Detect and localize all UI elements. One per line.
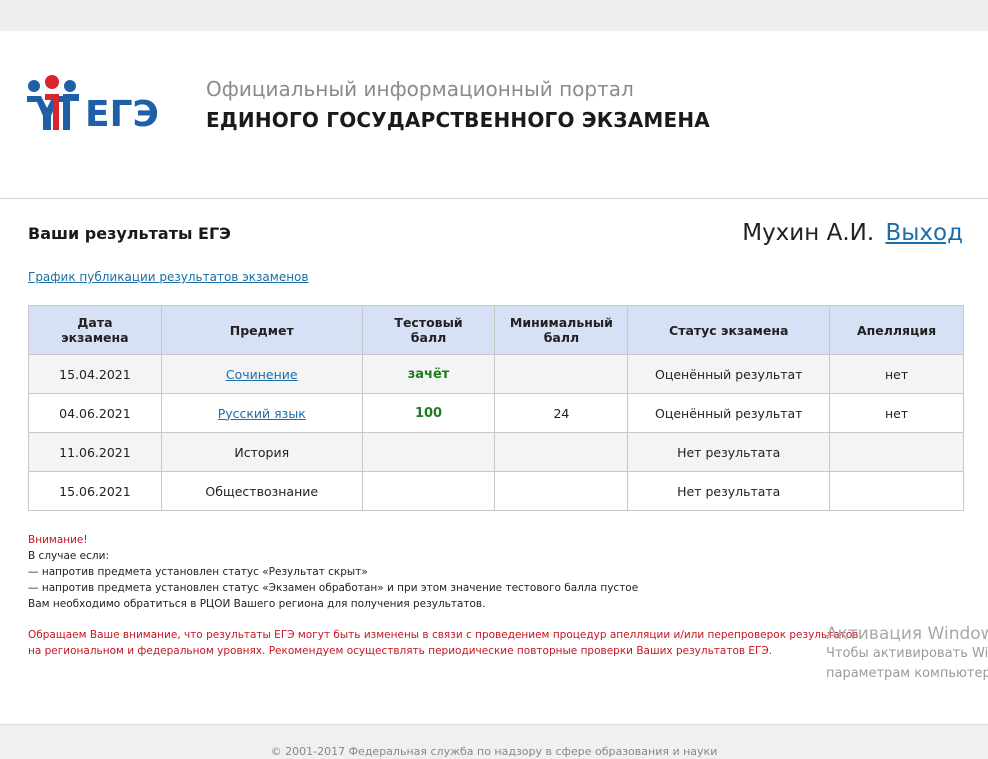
score-value: зачёт (407, 367, 450, 382)
cell-appeal (829, 471, 964, 511)
header-test-score: Тестовый балл (361, 305, 496, 355)
cell-subject: История (160, 432, 363, 472)
user-block: Мухин А.И. Выход (742, 220, 963, 246)
footer-copyright: © 2001-2017 Федеральная служба по надзор… (270, 745, 718, 758)
windows-activation-line: Чтобы активировать Windows, (826, 646, 988, 661)
cell-min-score (494, 354, 629, 394)
cell-appeal (829, 432, 964, 472)
portal-subtitle: Официальный информационный портал (206, 77, 634, 101)
attention-block: Обращаем Ваше внимание, что результаты Е… (28, 627, 898, 659)
subject-link[interactable]: Русский язык (218, 406, 306, 421)
table-row: 15.04.2021 Сочинение зачёт Оценённый рез… (28, 354, 964, 394)
results-schedule-link[interactable]: График публикации результатов экзаменов (28, 270, 308, 284)
table-row: 15.06.2021 Обществознание Нет результата (28, 471, 964, 511)
cell-test-score: 100 (361, 393, 496, 433)
score-value: 100 (414, 406, 443, 421)
cell-status: Нет результата (627, 471, 831, 511)
ege-logo-icon: ЕГЭ (27, 75, 159, 134)
cell-date: 04.06.2021 (28, 393, 162, 433)
cell-min-score: 24 (494, 393, 629, 433)
windows-activation-watermark: Активация Windows Чтобы активировать Win… (826, 624, 988, 684)
portal-title: ЕДИНОГО ГОСУДАРСТВЕННОГО ЭКЗАМЕНА (206, 108, 710, 132)
cell-date: 15.04.2021 (28, 354, 162, 394)
results-table: Дата экзамена Предмет Тестовый балл Минима… (28, 305, 964, 511)
cell-status: Нет результата (627, 432, 831, 472)
cell-date: 15.06.2021 (28, 471, 162, 511)
subject-link[interactable]: Сочинение (226, 367, 298, 382)
user-name: Мухин А.И. (742, 220, 875, 246)
cell-date: 11.06.2021 (28, 432, 162, 472)
cell-status: Оценённый результат (627, 354, 831, 394)
header-status: Статус экзамена (627, 305, 831, 355)
cell-min-score (494, 432, 629, 472)
notice-line: — напротив предмета установлен статус «Э… (28, 582, 639, 594)
site-header: ЕГЭ Официальный информационный портал ЕД… (0, 31, 988, 199)
cell-subject: Русский язык (160, 393, 363, 433)
cell-status: Оценённый результат (627, 393, 831, 433)
browser-top-strip (0, 0, 988, 31)
windows-activation-line: параметрам компьютера. (826, 666, 988, 681)
ege-logo[interactable]: ЕГЭ (25, 74, 170, 134)
cell-test-score: зачёт (361, 354, 496, 394)
table-row: 11.06.2021 История Нет результата (28, 432, 964, 472)
cell-subject: Обществознание (160, 471, 363, 511)
notice-line: В случае если: (28, 550, 109, 562)
cell-test-score (361, 471, 496, 511)
cell-min-score (494, 471, 629, 511)
notice-line: — напротив предмета установлен статус «Р… (28, 566, 368, 578)
windows-activation-title: Активация Windows (826, 624, 988, 644)
page-title: Ваши результаты ЕГЭ (28, 224, 231, 243)
notice-line: Вам необходимо обратиться в РЦОИ Вашего … (28, 598, 486, 610)
cell-appeal: нет (829, 393, 964, 433)
attention-line: на региональном и федеральном уровнях. Р… (28, 645, 773, 657)
header-subject: Предмет (160, 305, 363, 355)
header-appeal: Апелляция (829, 305, 964, 355)
notice-block: Внимание! В случае если: — напротив пред… (28, 532, 928, 612)
header-min-score: Минимальный балл (494, 305, 629, 355)
table-header-row: Дата экзамена Предмет Тестовый балл Минима… (28, 305, 964, 355)
header-date: Дата экзамена (28, 305, 162, 355)
cell-appeal: нет (829, 354, 964, 394)
site-footer: © 2001-2017 Федеральная служба по надзор… (0, 724, 988, 759)
attention-line: Обращаем Ваше внимание, что результаты Е… (28, 629, 859, 641)
svg-text:ЕГЭ: ЕГЭ (85, 94, 159, 134)
logout-link[interactable]: Выход (885, 220, 963, 246)
table-row: 04.06.2021 Русский язык 100 24 Оценённый… (28, 393, 964, 433)
cell-subject: Сочинение (160, 354, 363, 394)
notice-warning: Внимание! (28, 534, 88, 546)
cell-test-score (361, 432, 496, 472)
